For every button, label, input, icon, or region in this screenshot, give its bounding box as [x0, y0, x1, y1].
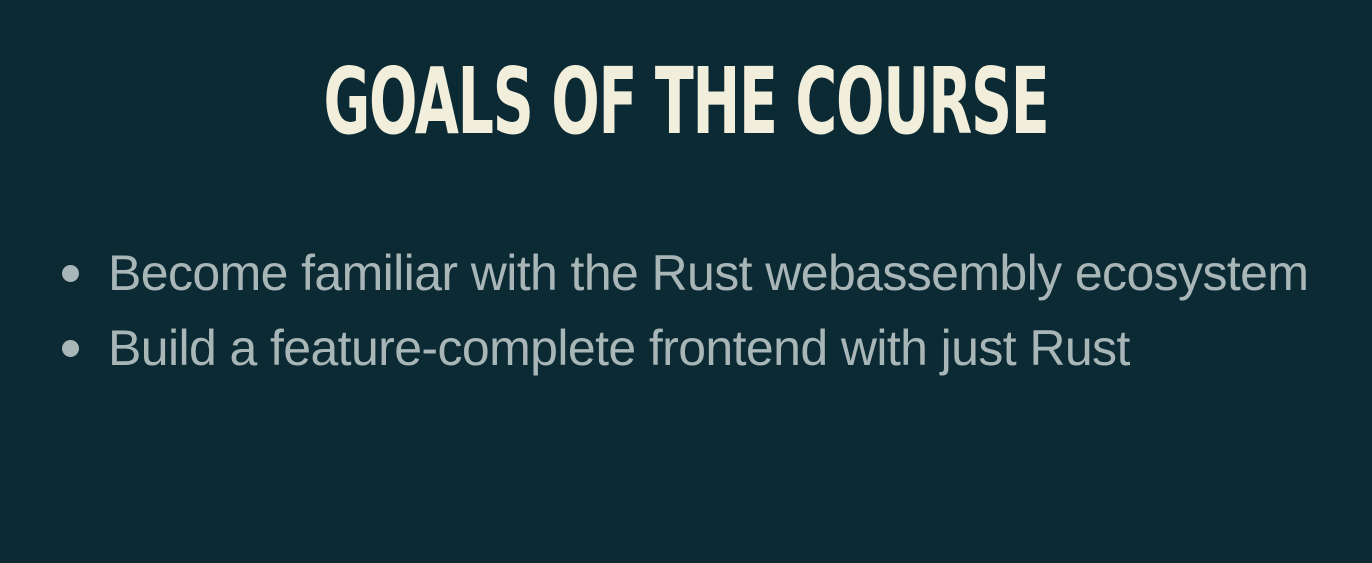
bullet-item-ecosystem: Become familiar with the Rust webassembl…: [58, 236, 1318, 311]
bullet-text: Become familiar with the Rust webassembl…: [108, 245, 1309, 301]
bullet-icon: [62, 340, 79, 357]
bullet-item-frontend: Build a feature-complete frontend with j…: [58, 311, 1318, 386]
bullet-icon: [62, 265, 79, 282]
bullet-text: Build a feature-complete frontend with j…: [108, 320, 1130, 376]
presentation-slide: GOALS OF THE COURSE Become familiar with…: [0, 0, 1372, 563]
bullet-list: Become familiar with the Rust webassembl…: [58, 236, 1318, 386]
slide-title: GOALS OF THE COURSE: [323, 48, 1049, 155]
